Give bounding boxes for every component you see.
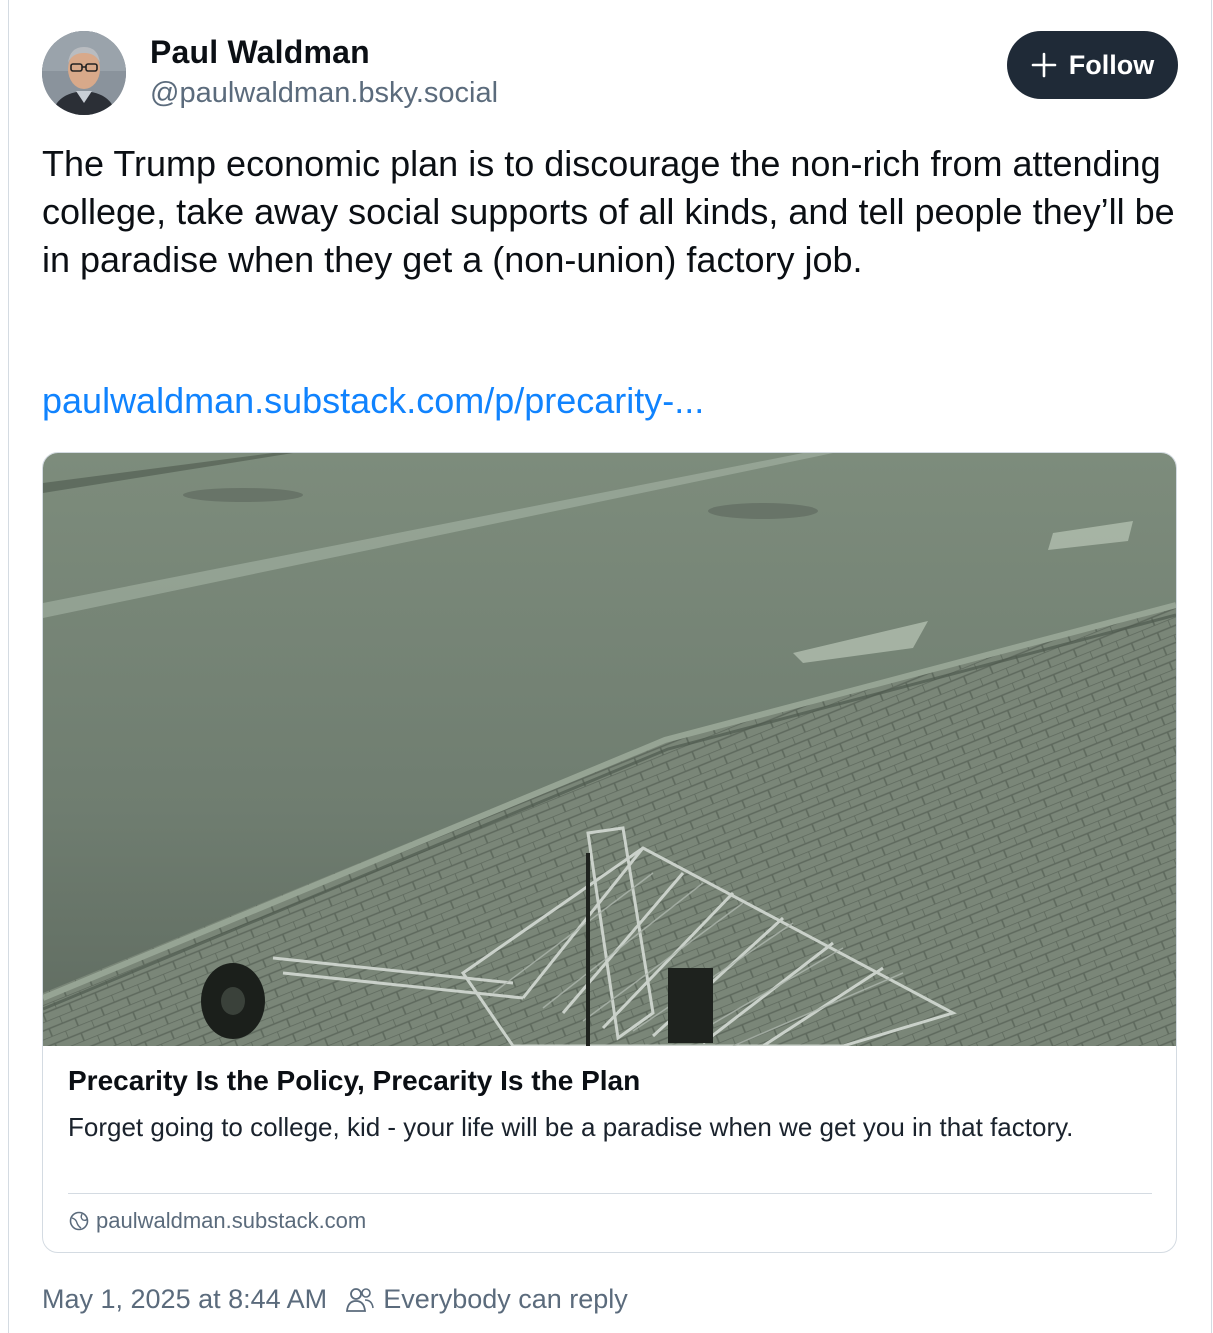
- reply-setting[interactable]: Everybody can reply: [345, 1284, 628, 1315]
- link-card-domain-text: paulwaldman.substack.com: [96, 1208, 367, 1233]
- link-card[interactable]: Precarity Is the Policy, Precarity Is th…: [42, 452, 1177, 1253]
- link-card-divider: [68, 1193, 1152, 1194]
- globe-icon: [69, 1211, 89, 1231]
- follow-button-label: Follow: [1068, 49, 1155, 80]
- link-card-image[interactable]: [43, 453, 1176, 1046]
- author-handle[interactable]: @paulwaldman.bsky.social: [150, 77, 498, 110]
- post-text: The Trump economic plan is to discourage…: [42, 143, 1175, 280]
- post-card: Paul Waldman @paulwaldman.bsky.social Fo…: [8, 0, 1212, 1333]
- people-icon: [346, 1287, 374, 1312]
- follow-button[interactable]: Follow: [1007, 31, 1178, 99]
- post-timestamp[interactable]: May 1, 2025 at 8:44 AM: [42, 1284, 327, 1315]
- author-avatar[interactable]: [42, 31, 126, 115]
- reply-setting-label: Everybody can reply: [383, 1284, 628, 1314]
- link-card-description: Forget going to college, kid - your life…: [68, 1112, 1074, 1142]
- plus-icon: [1031, 52, 1057, 78]
- post-footer: May 1, 2025 at 8:44 AM Everybody can rep…: [42, 1284, 628, 1315]
- link-card-title: Precarity Is the Policy, Precarity Is th…: [68, 1065, 641, 1096]
- link-card-domain: paulwaldman.substack.com: [68, 1208, 366, 1234]
- avatar-image: [42, 31, 126, 115]
- post-link[interactable]: paulwaldman.substack.com/p/precarity-...: [42, 380, 704, 422]
- shopping-cart-photo: [43, 453, 1176, 1046]
- author-display-name[interactable]: Paul Waldman: [150, 34, 370, 71]
